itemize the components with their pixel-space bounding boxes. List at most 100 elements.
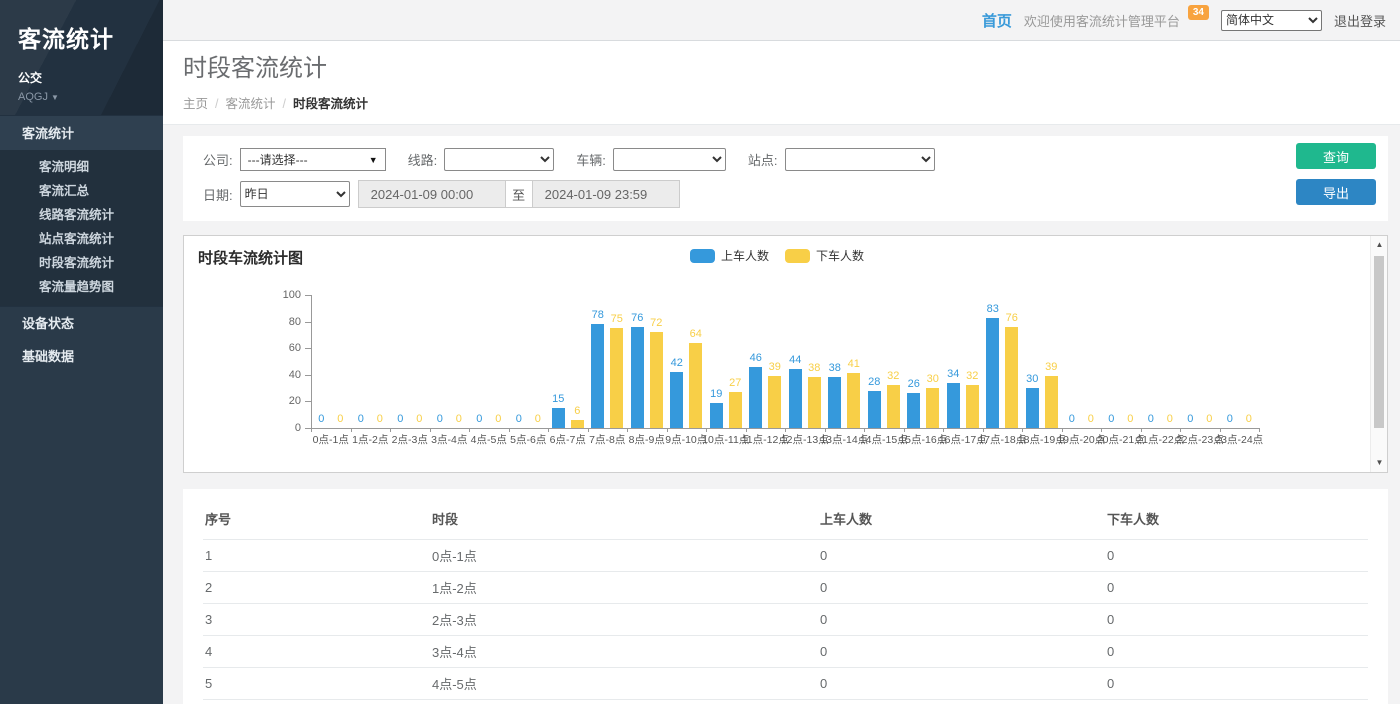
breadcrumb-passenger-stats[interactable]: 客流统计 — [226, 97, 276, 111]
table-cell: 0 — [1105, 604, 1368, 636]
chart-bar — [966, 385, 979, 428]
chart-bar — [808, 377, 821, 428]
breadcrumb-current: 时段客流统计 — [293, 97, 368, 111]
topbar: 首页 欢迎使用客流统计管理平台 34 简体中文 退出登录 — [163, 0, 1400, 41]
date-start-input[interactable] — [359, 181, 505, 207]
chart-bar — [710, 403, 723, 428]
sidebar-submenu: 客流明细客流汇总线路客流统计站点客流统计时段客流统计客流量趋势图 — [0, 150, 163, 306]
notification-badge[interactable]: 34 — [1188, 5, 1209, 20]
chart-bar — [768, 376, 781, 428]
y-axis-tick — [305, 295, 311, 296]
chart-scrollbar: ▲ ▼ — [1370, 236, 1387, 472]
home-link[interactable]: 首页 — [982, 10, 1012, 31]
sidebar-subitem[interactable]: 客流量趋势图 — [0, 275, 163, 299]
query-button[interactable]: 查询 — [1296, 143, 1376, 169]
sidebar-subitem[interactable]: 客流明细 — [0, 155, 163, 179]
table-cell: 0 — [818, 700, 1105, 704]
page-title: 时段客流统计 — [183, 55, 1380, 83]
col-header-alighting: 下车人数 — [1105, 497, 1368, 540]
table-cell: 3 — [203, 604, 430, 636]
y-axis-tick-label: 80 — [251, 316, 301, 328]
chart-bar-value: 32 — [957, 370, 988, 382]
table-header-row: 序号 时段 上车人数 下车人数 — [203, 497, 1368, 540]
user-dropdown[interactable]: AQGJ▼ — [18, 91, 163, 103]
chart-bar — [868, 391, 881, 428]
filter-panel: 公司: ---请选择--- ▼ 线路: 车辆: 站点: 日期: — [183, 136, 1388, 221]
table-cell: 0 — [818, 604, 1105, 636]
org-name: 公交 — [18, 69, 163, 86]
hourly-stats-table: 序号 时段 上车人数 下车人数 10点-1点0021点-2点0032点-3点00… — [203, 497, 1368, 704]
chart-bar-value: 42 — [661, 357, 692, 369]
chart-bar — [947, 383, 960, 428]
scrollbar-thumb[interactable] — [1374, 256, 1384, 428]
line-select[interactable] — [444, 148, 554, 171]
user-name: AQGJ — [18, 91, 48, 103]
date-end-input[interactable] — [533, 181, 679, 207]
table-panel: 序号 时段 上车人数 下车人数 10点-1点0021点-2点0032点-3点00… — [183, 489, 1388, 704]
table-cell: 5点-6点 — [430, 700, 818, 704]
y-axis-tick — [305, 401, 311, 402]
breadcrumb-home[interactable]: 主页 — [183, 97, 208, 111]
x-axis-category-label: 23点-24点 — [1208, 432, 1270, 447]
table-cell: 0 — [818, 668, 1105, 700]
table-cell: 5 — [203, 668, 430, 700]
chart-bar — [907, 393, 920, 428]
chart-bar — [926, 388, 939, 428]
chart-bar — [591, 324, 604, 428]
station-select[interactable] — [785, 148, 935, 171]
table-cell: 3点-4点 — [430, 636, 818, 668]
company-label: 公司: — [203, 150, 233, 169]
table-cell: 0 — [818, 636, 1105, 668]
app-title: 客流统计 — [18, 20, 163, 54]
sidebar-subitem[interactable]: 时段客流统计 — [0, 251, 163, 275]
welcome-text: 欢迎使用客流统计管理平台 — [1024, 11, 1180, 30]
chart-bar — [650, 332, 663, 428]
sidebar-item-device-status[interactable]: 设备状态 — [0, 306, 163, 340]
table-cell: 0 — [818, 540, 1105, 572]
language-select[interactable]: 简体中文 — [1221, 10, 1322, 31]
y-axis-tick — [305, 375, 311, 376]
chart-bar-value: 19 — [701, 388, 732, 400]
export-button[interactable]: 导出 — [1296, 179, 1376, 205]
vehicle-select[interactable] — [613, 148, 726, 171]
page-heading: 时段客流统计 主页/客流统计/时段客流统计 — [163, 41, 1400, 125]
chart-panel: 时段车流统计图 上车人数 下车人数 0204060801000点-1点001点-… — [183, 235, 1388, 473]
y-axis-tick-label: 20 — [251, 395, 301, 407]
chevron-down-icon: ▼ — [369, 155, 378, 165]
chart-bar — [670, 372, 683, 428]
company-select[interactable]: ---请选择--- ▼ — [240, 148, 386, 171]
line-label: 线路: — [408, 150, 438, 169]
scrollbar-up-arrow-icon[interactable]: ▲ — [1371, 237, 1388, 253]
table-row: 32点-3点00 — [203, 604, 1368, 636]
table-body: 10点-1点0021点-2点0032点-3点0043点-4点0054点-5点00… — [203, 540, 1368, 704]
chart-bar — [789, 369, 802, 428]
chart-bar-value: 0 — [522, 413, 553, 425]
chart-bar-value: 15 — [543, 393, 574, 405]
sidebar-subitem[interactable]: 线路客流统计 — [0, 203, 163, 227]
sidebar-item-base-data[interactable]: 基础数据 — [0, 340, 163, 374]
table-row: 43点-4点00 — [203, 636, 1368, 668]
table-row: 10点-1点00 — [203, 540, 1368, 572]
y-axis-tick-label: 40 — [251, 369, 301, 381]
sidebar-subitem[interactable]: 站点客流统计 — [0, 227, 163, 251]
y-axis-tick-label: 0 — [251, 422, 301, 434]
chart-bar-value: 76 — [996, 312, 1027, 324]
company-select-value: ---请选择--- — [248, 151, 308, 168]
table-cell: 6 — [203, 700, 430, 704]
y-axis-tick-label: 100 — [251, 289, 301, 301]
chart-bar-value: 30 — [1017, 373, 1048, 385]
sidebar-subitem[interactable]: 客流汇总 — [0, 179, 163, 203]
sidebar-item-passenger-stats[interactable]: 客流统计 — [0, 115, 163, 150]
scrollbar-down-arrow-icon[interactable]: ▼ — [1371, 455, 1388, 471]
station-label: 站点: — [748, 150, 778, 169]
y-axis-tick — [305, 322, 311, 323]
date-preset-select[interactable]: 昨日 — [240, 181, 350, 207]
col-header-period: 时段 — [430, 497, 818, 540]
table-cell: 0 — [1105, 636, 1368, 668]
chart-bar — [729, 392, 742, 428]
breadcrumb: 主页/客流统计/时段客流统计 — [183, 93, 1380, 112]
table-cell: 2点-3点 — [430, 604, 818, 636]
chart-bar — [610, 328, 623, 428]
logout-link[interactable]: 退出登录 — [1334, 11, 1386, 30]
chart-bar-value: 64 — [680, 328, 711, 340]
